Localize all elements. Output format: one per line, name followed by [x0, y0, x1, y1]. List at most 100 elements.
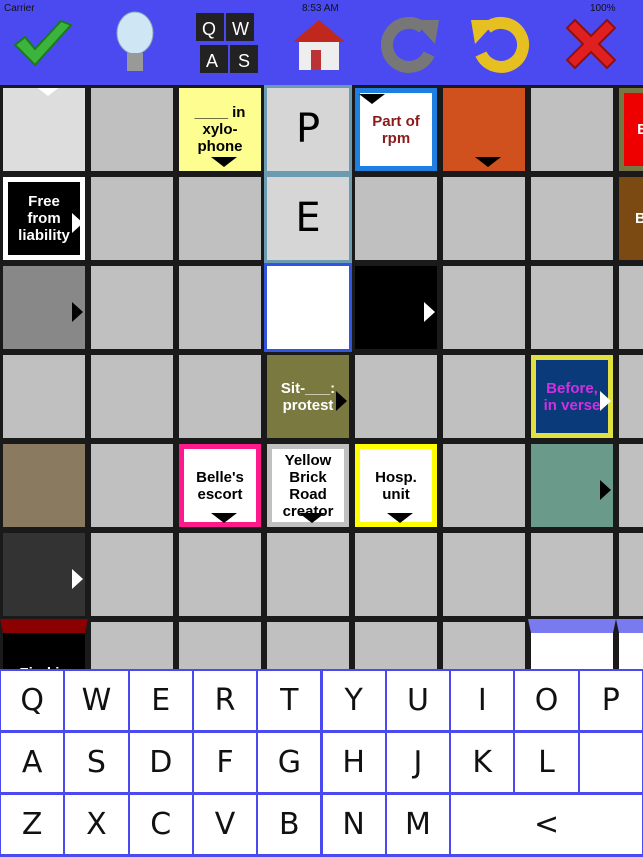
clue-cell[interactable]: Free from liability — [0, 174, 88, 263]
picture-clue-cell[interactable] — [352, 263, 440, 352]
close-button[interactable] — [556, 8, 626, 80]
picture-clue-cell[interactable] — [0, 530, 88, 619]
check-button[interactable] — [8, 8, 78, 80]
empty-cell[interactable] — [352, 619, 440, 669]
empty-cell[interactable] — [88, 263, 176, 352]
empty-cell[interactable] — [176, 530, 264, 619]
key-l[interactable]: L — [515, 733, 578, 792]
empty-cell[interactable] — [440, 263, 528, 352]
clue-cell[interactable]: B se fo — [616, 174, 643, 263]
arrow-down-icon — [211, 513, 237, 523]
key-h[interactable]: H — [322, 733, 385, 792]
empty-cell[interactable] — [528, 263, 616, 352]
svg-text:S: S — [238, 51, 250, 71]
key-f[interactable]: F — [193, 733, 257, 792]
key-q[interactable]: Q — [1, 671, 64, 730]
clue-cell[interactable]: Part of rpm — [352, 85, 440, 174]
empty-cell[interactable] — [176, 619, 264, 669]
picture-clue-cell[interactable] — [440, 85, 528, 174]
picture-clue-cell[interactable] — [0, 85, 88, 174]
empty-cell[interactable] — [616, 441, 643, 530]
arrow-down-icon — [35, 88, 61, 96]
clue-cell[interactable]: Hosp. unit — [352, 441, 440, 530]
empty-cell[interactable] — [528, 530, 616, 619]
empty-cell[interactable] — [88, 352, 176, 441]
empty-cell[interactable] — [88, 85, 176, 174]
letter-cell[interactable]: E — [264, 174, 352, 263]
key-r[interactable]: R — [193, 671, 257, 730]
key-m[interactable]: M — [386, 795, 450, 854]
empty-cell[interactable] — [440, 619, 528, 669]
clue-cell[interactable]: Ode ___ — [528, 619, 616, 669]
key-i[interactable]: I — [451, 671, 514, 730]
key-w[interactable]: W — [65, 671, 128, 730]
empty-cell[interactable] — [440, 174, 528, 263]
undo-icon — [471, 16, 530, 73]
arrow-down-icon — [359, 94, 385, 104]
empty-cell[interactable] — [440, 441, 528, 530]
clue-cell[interactable]: Before, in verse — [528, 352, 616, 441]
key-b[interactable]: B — [258, 795, 321, 854]
empty-cell[interactable] — [352, 530, 440, 619]
key-e[interactable]: E — [129, 671, 192, 730]
clue-cell[interactable]: ____ in xylo-phone — [176, 85, 264, 174]
clue-cell[interactable]: Sit-___: protest — [264, 352, 352, 441]
empty-cell[interactable] — [88, 530, 176, 619]
empty-cell[interactable] — [440, 352, 528, 441]
key-d[interactable]: D — [129, 733, 192, 792]
key-n[interactable]: N — [322, 795, 385, 854]
letter-cell[interactable]: P — [264, 85, 352, 174]
taxi-image — [3, 88, 85, 171]
key-o[interactable]: O — [515, 671, 578, 730]
key-y[interactable]: Y — [322, 671, 385, 730]
key-c[interactable]: C — [129, 795, 192, 854]
key-g[interactable]: G — [258, 733, 321, 792]
hint-button[interactable] — [100, 8, 170, 80]
empty-cell[interactable] — [88, 619, 176, 669]
picture-clue-cell[interactable] — [0, 263, 88, 352]
empty-cell[interactable] — [176, 352, 264, 441]
key-j[interactable]: J — [386, 733, 450, 792]
key-p[interactable]: P — [579, 671, 642, 730]
empty-cell[interactable] — [176, 263, 264, 352]
selected-cell[interactable] — [264, 263, 352, 352]
empty-cell[interactable] — [352, 174, 440, 263]
key-u[interactable]: U — [386, 671, 450, 730]
home-button[interactable] — [284, 8, 354, 80]
empty-cell[interactable] — [88, 441, 176, 530]
empty-cell[interactable] — [616, 530, 643, 619]
clue-cell[interactable]: St — [616, 619, 643, 669]
house-icon — [293, 20, 345, 70]
empty-cell[interactable] — [440, 530, 528, 619]
key-t[interactable]: T — [258, 671, 321, 730]
arrow-right-icon — [600, 391, 611, 411]
empty-cell[interactable] — [0, 352, 88, 441]
empty-cell[interactable] — [616, 263, 643, 352]
key-k[interactable]: K — [451, 733, 514, 792]
clue-cell[interactable]: Yellow Brick Road creator — [264, 441, 352, 530]
key-z[interactable]: Z — [1, 795, 64, 854]
clue-cell[interactable]: B su g — [616, 85, 643, 174]
keyboard-button[interactable]: QWAS — [192, 8, 262, 80]
empty-cell[interactable] — [528, 85, 616, 174]
empty-cell[interactable] — [352, 352, 440, 441]
picture-clue-cell[interactable] — [0, 441, 88, 530]
empty-cell[interactable] — [528, 174, 616, 263]
picture-clue-cell[interactable] — [528, 441, 616, 530]
redo-button[interactable] — [376, 8, 446, 80]
empty-cell[interactable] — [176, 174, 264, 263]
backspace-key[interactable]: < — [451, 795, 642, 854]
clue-cell[interactable]: Find in an — [0, 619, 88, 669]
empty-cell[interactable] — [616, 352, 643, 441]
key-v[interactable]: V — [193, 795, 257, 854]
blank-key[interactable] — [579, 733, 642, 792]
arrow-right-icon — [72, 569, 83, 589]
clue-cell[interactable]: Belle's escort — [176, 441, 264, 530]
key-a[interactable]: A — [1, 733, 64, 792]
empty-cell[interactable] — [264, 530, 352, 619]
key-s[interactable]: S — [65, 733, 128, 792]
undo-button[interactable] — [464, 8, 534, 80]
empty-cell[interactable] — [88, 174, 176, 263]
empty-cell[interactable] — [264, 619, 352, 669]
key-x[interactable]: X — [65, 795, 128, 854]
